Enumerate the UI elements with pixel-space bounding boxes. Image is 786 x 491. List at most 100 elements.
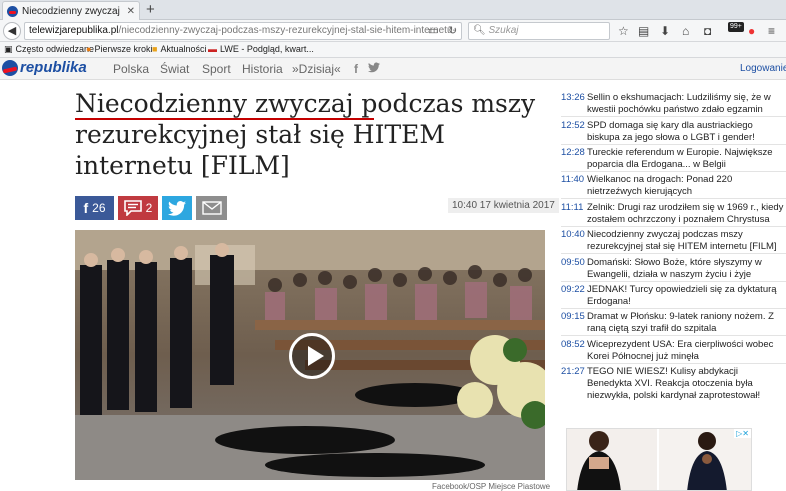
list-item[interactable]: 12:52 SPD domaga się kary dla austriackie… [561, 120, 786, 145]
search-icon: 🔍︎ [473, 25, 486, 36]
advertisement[interactable]: ▷✕ [566, 428, 752, 491]
browser-navbar: ◀ telewizjarepublika.pl/niecodzienny-zwy… [0, 20, 786, 42]
nav-dzisiaj[interactable]: »Dzisiaj« [292, 62, 341, 76]
bookmark-folder-icon: ▣ [4, 44, 13, 54]
close-tab-icon[interactable]: ✕ [127, 6, 135, 17]
list-item[interactable]: 09:15 Dramat w Płońsku: 9-latek raniony n… [561, 311, 786, 336]
news-time: 10:40 [561, 229, 585, 240]
list-item[interactable]: 09:50 Domański: Słowo Boże, które słyszym… [561, 257, 786, 282]
bookmark-getting-started[interactable]: ● Pierwsze kroki [86, 44, 152, 54]
bookmark-label: LWE - Podgląd, kwart... [220, 44, 314, 54]
clipboard-icon[interactable]: ▤ [638, 23, 649, 39]
list-item[interactable]: 11:40 Wielkanoc na drogach: Ponad 220 nie… [561, 174, 786, 199]
color-extension-icon[interactable]: ● [748, 23, 755, 39]
browser-tabbar: Niecodzienny zwyczaj podc ✕ + [0, 0, 786, 20]
news-title[interactable]: SPD domaga się kary dla austriackiego bi… [587, 120, 786, 144]
photo-credit: Facebook/OSP Miejsce Piastowe [432, 482, 551, 491]
site-header: republika Polska Świat Sport Historia »D… [0, 58, 786, 80]
list-item[interactable]: 09:22 JEDNAK! Turcy opowiedzieli się za d… [561, 284, 786, 309]
headline-underline [75, 118, 374, 120]
flag-icon: ▬ [208, 44, 217, 54]
twitter-icon[interactable] [368, 62, 380, 76]
video-player[interactable] [75, 230, 545, 480]
facebook-icon: f [83, 200, 89, 216]
back-button[interactable]: ◀ [3, 22, 21, 40]
news-title[interactable]: Niecodzienny zwyczaj podczas mszy rezure… [587, 229, 786, 253]
bookmark-label: Aktualności [160, 44, 207, 54]
news-time: 21:27 [561, 366, 585, 377]
firefox-icon: ● [86, 44, 92, 54]
news-title[interactable]: Sellin o ekshumacjach: Ludziliśmy się, ż… [587, 92, 786, 116]
headline-highlight: Niecodzienny zwyczaj [75, 89, 354, 118]
url-path: /niecodzienny-zwyczaj-podczas-mszy-rezur… [118, 25, 456, 36]
news-title[interactable]: Domański: Słowo Boże, które słyszymy w E… [587, 257, 786, 281]
comments-count: 2 [145, 201, 153, 215]
download-icon[interactable]: ⬇ [660, 23, 670, 39]
nav-swiat[interactable]: Świat [160, 62, 189, 76]
rss-icon: ■ [152, 44, 158, 54]
list-item[interactable]: 12:28 Tureckie referendum w Europie. Najw… [561, 147, 786, 172]
news-title[interactable]: TEGO NIE WIESZ! Kulisy abdykacji Benedyk… [587, 366, 786, 402]
bookmark-news[interactable]: ■ Aktualności [152, 44, 206, 54]
news-time: 11:40 [561, 174, 585, 185]
republika-logo-icon [2, 59, 18, 76]
nav-polska[interactable]: Polska [113, 62, 149, 76]
news-time: 09:15 [561, 311, 585, 322]
list-item[interactable]: 10:40 Niecodzienny zwyczaj podczas mszy r… [561, 229, 786, 254]
twitter-icon [168, 200, 186, 216]
site-favicon-icon [7, 5, 18, 17]
news-time: 12:28 [561, 147, 585, 158]
browser-tab-active[interactable]: Niecodzienny zwyczaj podc ✕ [2, 1, 140, 20]
menu-hamburger-icon[interactable]: ≡ [768, 23, 775, 39]
list-item[interactable]: 11:11 Zelnik: Drugi raz urodziłem się w 1… [561, 202, 786, 227]
list-item[interactable]: 13:26 Sellin o ekshumacjach: Ludziliśmy s… [561, 92, 786, 117]
new-tab-icon[interactable]: + [146, 1, 155, 19]
url-host: telewizjarepublika.pl [29, 25, 119, 36]
bookmark-frequently-visited[interactable]: ▣ Często odwiedzane [4, 44, 94, 54]
bookmark-label: Często odwiedzane [15, 44, 95, 54]
nav-historia[interactable]: Historia [242, 62, 283, 76]
news-title[interactable]: JEDNAK! Turcy opowiedzieli się za dyktat… [587, 284, 786, 308]
search-input[interactable]: 🔍︎ Szukaj [468, 22, 610, 40]
pocket-icon[interactable]: ◘ [704, 23, 711, 39]
bookmark-lwe[interactable]: ▬ LWE - Podgląd, kwart... [208, 44, 314, 54]
comment-bubble-icon [123, 200, 142, 216]
news-title[interactable]: Tureckie referendum w Europie. Największ… [587, 147, 786, 171]
site-logo[interactable]: republika [2, 59, 87, 76]
logo-text: republika [20, 59, 87, 76]
reload-icon[interactable]: ↻ [448, 24, 457, 37]
reader-view-icon[interactable]: ▭ [428, 24, 438, 37]
list-item[interactable]: 21:27 TEGO NIE WIESZ! Kulisy abdykacji Be… [561, 366, 786, 402]
article-headline: Niecodzienny zwyczaj podczas mszy rezure… [75, 88, 545, 181]
news-time: 09:50 [561, 257, 585, 268]
news-title[interactable]: Zelnik: Drugi raz urodziłem się w 1969 r… [587, 202, 786, 226]
adchoices-icon[interactable]: ▷✕ [734, 429, 751, 438]
email-share-button[interactable] [196, 196, 227, 220]
news-time: 12:52 [561, 120, 585, 131]
news-time: 11:11 [561, 202, 584, 213]
news-time: 09:22 [561, 284, 585, 295]
list-item[interactable]: 08:52 Wiceprezydent USA: Era cierpliwości… [561, 339, 786, 364]
news-time: 13:26 [561, 92, 585, 103]
news-title[interactable]: Dramat w Płońsku: 9-latek raniony nożem.… [587, 311, 786, 335]
home-icon[interactable]: ⌂ [682, 23, 689, 39]
facebook-share-button[interactable]: f 26 [75, 196, 114, 220]
bookmarks-toolbar: ▣ Często odwiedzane ● Pierwsze kroki ■ A… [0, 42, 786, 58]
news-title[interactable]: Wiceprezydent USA: Era cierpliwości wobe… [587, 339, 786, 363]
twitter-share-button[interactable] [162, 196, 192, 220]
bookmark-label: Pierwsze kroki [94, 44, 153, 54]
play-button[interactable] [289, 333, 335, 379]
facebook-icon[interactable]: f [354, 62, 358, 76]
news-time: 08:52 [561, 339, 585, 350]
url-bar[interactable]: telewizjarepublika.pl/niecodzienny-zwycz… [24, 22, 462, 40]
bookmark-star-icon[interactable]: ☆ [618, 23, 629, 39]
extension-badge[interactable]: 99+ [728, 22, 744, 32]
comments-button[interactable]: 2 [118, 196, 158, 220]
envelope-icon [201, 201, 222, 215]
nav-sport[interactable]: Sport [202, 62, 231, 76]
search-placeholder: Szukaj [488, 25, 519, 36]
news-title[interactable]: Wielkanoc na drogach: Ponad 220 nietrzeź… [587, 174, 786, 198]
login-link[interactable]: Logowanie [740, 63, 786, 74]
article-timestamp: 10:40 17 kwietnia 2017 [448, 198, 559, 213]
facebook-count: 26 [92, 201, 106, 215]
